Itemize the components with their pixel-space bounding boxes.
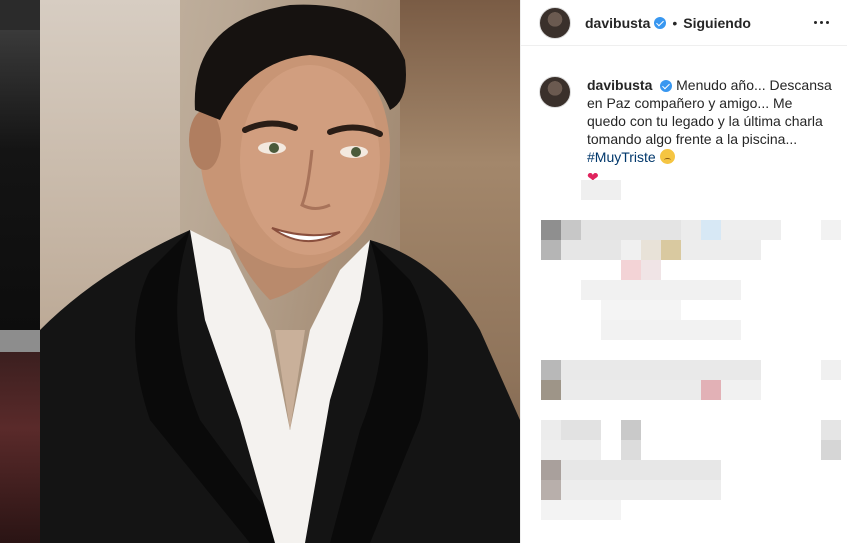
more-dot	[819, 21, 823, 24]
caption-text: davibusta Menudo año... Descansa en Paz …	[587, 76, 832, 186]
author-avatar[interactable]	[539, 6, 571, 39]
post-caption: davibusta Menudo año... Descansa en Paz …	[521, 46, 847, 186]
post-side-panel: davibusta • Siguiendo davibusta Menudo a…	[520, 0, 847, 543]
preview-segment	[0, 30, 40, 330]
more-options-icon[interactable]	[807, 9, 835, 37]
post-header: davibusta • Siguiendo	[521, 0, 847, 46]
caption-username[interactable]: davibusta	[587, 77, 652, 93]
more-dot	[813, 21, 817, 24]
preview-segment	[0, 0, 40, 30]
caption-author-avatar[interactable]	[539, 76, 571, 108]
obscured-comment	[541, 420, 841, 520]
author-username[interactable]: davibusta	[585, 15, 650, 31]
following-button[interactable]: Siguiendo	[683, 15, 751, 31]
obscured-comment	[541, 220, 841, 340]
separator-dot: •	[672, 14, 678, 31]
verified-badge-icon	[660, 80, 673, 93]
more-dot	[825, 21, 829, 24]
preview-segment	[0, 330, 40, 352]
hashtag-link[interactable]: #MuyTriste	[587, 149, 656, 165]
verified-badge-icon	[654, 16, 667, 29]
preview-segment	[0, 352, 40, 543]
obscured-timestamp	[581, 180, 621, 200]
sad-face-emoji-icon	[659, 149, 675, 164]
obscured-comment	[541, 360, 841, 400]
post-photo[interactable]	[40, 0, 520, 543]
previous-post-preview[interactable]	[0, 0, 40, 543]
portrait-illustration	[40, 4, 520, 543]
